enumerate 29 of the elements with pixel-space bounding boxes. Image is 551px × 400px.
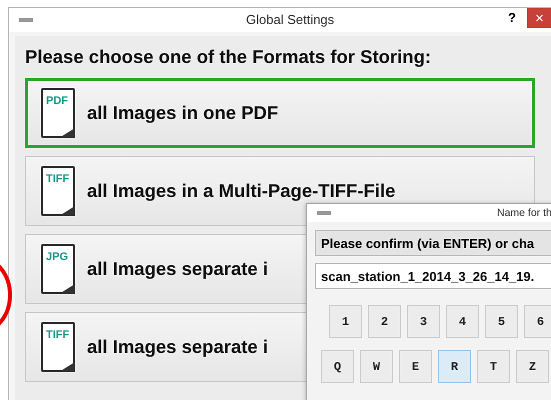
format-option[interactable]: PDF all Images in one PDF bbox=[25, 78, 535, 148]
keyboard-key[interactable]: Q bbox=[321, 350, 354, 383]
keyboard-key[interactable]: T bbox=[477, 350, 510, 383]
option-label: all Images in a Multi-Page-TIFF-File bbox=[87, 180, 396, 202]
option-label: all Images in one PDF bbox=[87, 102, 278, 124]
keyboard-key[interactable]: 5 bbox=[485, 305, 518, 338]
keyboard-key[interactable]: Z bbox=[516, 350, 549, 383]
keyboard-key[interactable]: W bbox=[360, 350, 393, 383]
document-icon: TIFF bbox=[41, 322, 75, 372]
keyboard-key[interactable]: 3 bbox=[407, 305, 440, 338]
keyboard-key[interactable]: 1 bbox=[329, 305, 362, 338]
help-button[interactable]: ? bbox=[504, 8, 520, 26]
keyboard-key[interactable]: 2 bbox=[368, 305, 401, 338]
filename-field[interactable]: scan_station_1_2014_3_26_14_19. bbox=[315, 263, 551, 289]
heading: Please choose one of the Formats for Storing: bbox=[25, 46, 432, 68]
close-button[interactable]: × bbox=[527, 8, 551, 28]
prompt-text: Please confirm (via ENTER) or cha bbox=[315, 230, 551, 256]
window-title: Global Settings bbox=[246, 12, 334, 27]
document-icon: TIFF bbox=[41, 166, 75, 216]
option-label: all Images separate i bbox=[87, 258, 268, 280]
document-icon: JPG bbox=[41, 244, 75, 294]
option-label: all Images separate i bbox=[87, 336, 268, 358]
document-icon: PDF bbox=[41, 88, 75, 138]
app-icon bbox=[19, 17, 33, 23]
keyboard-key[interactable]: 6 bbox=[524, 305, 551, 338]
keyboard-key[interactable]: E bbox=[399, 350, 432, 383]
app-icon bbox=[317, 210, 331, 216]
keyboard-key[interactable]: 4 bbox=[446, 305, 479, 338]
keyboard-key[interactable]: R bbox=[438, 350, 471, 383]
